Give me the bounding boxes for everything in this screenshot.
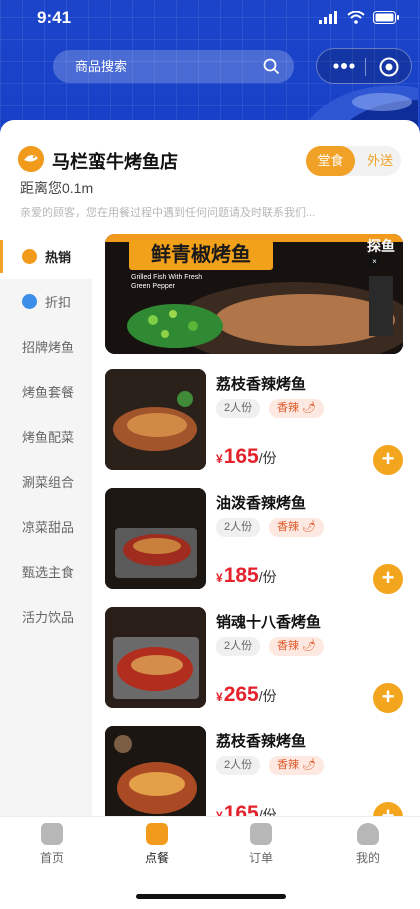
product-list: 荔枝香辣烤鱼 2人份 香辣 🌶 ¥165/份 + 油泼香辣烤鱼 2人份 香辣 🌶… — [105, 369, 405, 845]
tab-label: 订单 — [248, 851, 273, 865]
banner-subtitle: Grilled Fish With Fresh Green Pepper — [131, 274, 203, 290]
miniprogram-capsule — [316, 48, 412, 84]
more-icon[interactable] — [333, 63, 355, 69]
serving-tag: 2人份 — [216, 637, 261, 656]
target-icon[interactable] — [379, 57, 399, 77]
product-price: ¥165/份 — [216, 445, 277, 468]
category-label: 涮菜组合 — [22, 475, 75, 490]
flavor-tag: 香辣 🌶 — [269, 637, 325, 656]
home-indicator — [136, 894, 286, 899]
product-item[interactable]: 销魂十八香烤鱼 2人份 香辣 🌶 ¥265/份 + — [105, 607, 405, 726]
product-image — [105, 488, 206, 589]
product-item[interactable]: 油泼香辣烤鱼 2人份 香辣 🌶 ¥185/份 + — [105, 488, 405, 607]
category-label: 招牌烤鱼 — [22, 340, 75, 355]
product-name: 油泼香辣烤鱼 — [216, 495, 307, 512]
product-image — [105, 607, 206, 708]
banner-title: 鲜青椒烤鱼 — [129, 240, 273, 270]
add-to-cart-button[interactable]: + — [373, 683, 403, 713]
home-icon — [41, 823, 63, 845]
category-label: 烤鱼配菜 — [22, 430, 75, 445]
wifi-icon — [347, 11, 365, 24]
signal-icon — [319, 11, 337, 24]
category-label: 热销 — [45, 250, 72, 265]
tab-label: 我的 — [355, 851, 380, 865]
category-label: 烤鱼套餐 — [22, 385, 75, 400]
category-label: 甄选主食 — [22, 565, 75, 580]
tab-home[interactable]: 首页 — [17, 823, 87, 866]
store-distance: 距离您0.1m — [20, 180, 94, 196]
plus-icon: + — [381, 684, 395, 709]
product-price: ¥185/份 — [216, 564, 277, 587]
tab-order-food[interactable]: 点餐 — [122, 823, 192, 866]
orders-icon — [250, 823, 272, 845]
plus-icon: + — [381, 446, 395, 471]
category-label: 折扣 — [45, 295, 72, 310]
category-item[interactable]: 凉菜甜品 — [0, 504, 92, 549]
product-name: 荔枝香辣烤鱼 — [216, 733, 307, 750]
flavor-tag: 香辣 🌶 — [269, 756, 325, 775]
dish-icon — [146, 823, 168, 845]
discount-icon — [22, 294, 37, 309]
user-icon — [357, 823, 379, 845]
flame-icon — [22, 249, 37, 264]
store-name: 马栏蛮牛烤鱼店 — [52, 152, 178, 172]
category-item[interactable]: 甄选主食 — [0, 549, 92, 594]
serving-tag: 2人份 — [216, 518, 261, 537]
category-sidebar: 热销 折扣 招牌烤鱼 烤鱼套餐 烤鱼配菜 涮菜组合 凉菜甜品 甄选主食 活力饮品 — [0, 234, 92, 816]
category-label: 活力饮品 — [22, 610, 75, 625]
product-price: ¥265/份 — [216, 683, 277, 706]
mode-dine-in[interactable]: 堂食 — [306, 146, 355, 176]
status-time: 9:41 — [37, 8, 72, 27]
product-item[interactable]: 荔枝香辣烤鱼 2人份 香辣 🌶 ¥165/份 + — [105, 369, 405, 488]
banner-brand: 探鱼 — [367, 238, 395, 254]
plus-icon: + — [381, 565, 395, 590]
mode-delivery[interactable]: 外送 — [360, 146, 400, 176]
flavor-tag: 香辣 🌶 — [269, 399, 325, 418]
status-bar: 9:41 — [0, 8, 420, 30]
battery-icon — [373, 11, 399, 24]
search-placeholder: 商品搜索 — [75, 59, 128, 74]
close-icon[interactable]: × — [369, 256, 380, 267]
category-item[interactable]: 烤鱼套餐 — [0, 369, 92, 414]
category-hot[interactable]: 热销 — [0, 234, 92, 279]
add-to-cart-button[interactable]: + — [373, 445, 403, 475]
product-name: 销魂十八香烤鱼 — [216, 614, 322, 631]
product-name: 荔枝香辣烤鱼 — [216, 376, 307, 393]
dining-mode-switch[interactable]: 堂食 外送 — [306, 146, 401, 176]
category-discount[interactable]: 折扣 — [0, 279, 92, 324]
product-image — [105, 726, 206, 827]
category-item[interactable]: 招牌烤鱼 — [0, 324, 92, 369]
capsule-divider — [365, 58, 366, 76]
flavor-tag: 香辣 🌶 — [269, 518, 325, 537]
store-notice: 亲爱的顾客，您在用餐过程中遇到任何问题请及时联系我们... — [20, 207, 316, 219]
status-icons — [319, 11, 400, 24]
serving-tag: 2人份 — [216, 756, 261, 775]
tab-profile[interactable]: 我的 — [333, 823, 403, 866]
category-label: 凉菜甜品 — [22, 520, 75, 535]
tab-label: 点餐 — [144, 851, 169, 865]
category-item[interactable]: 烤鱼配菜 — [0, 414, 92, 459]
search-icon[interactable] — [263, 58, 280, 75]
tab-orders[interactable]: 订单 — [226, 823, 296, 866]
category-item[interactable]: 活力饮品 — [0, 594, 92, 639]
search-input[interactable]: 商品搜索 — [53, 50, 294, 83]
store-logo-icon — [18, 146, 44, 172]
promo-banner[interactable]: 鲜青椒烤鱼 探鱼 Grilled Fish With Fresh Green P… — [105, 234, 403, 354]
add-to-cart-button[interactable]: + — [373, 564, 403, 594]
tab-label: 首页 — [39, 851, 64, 865]
serving-tag: 2人份 — [216, 399, 261, 418]
product-image — [105, 369, 206, 470]
category-item[interactable]: 涮菜组合 — [0, 459, 92, 504]
